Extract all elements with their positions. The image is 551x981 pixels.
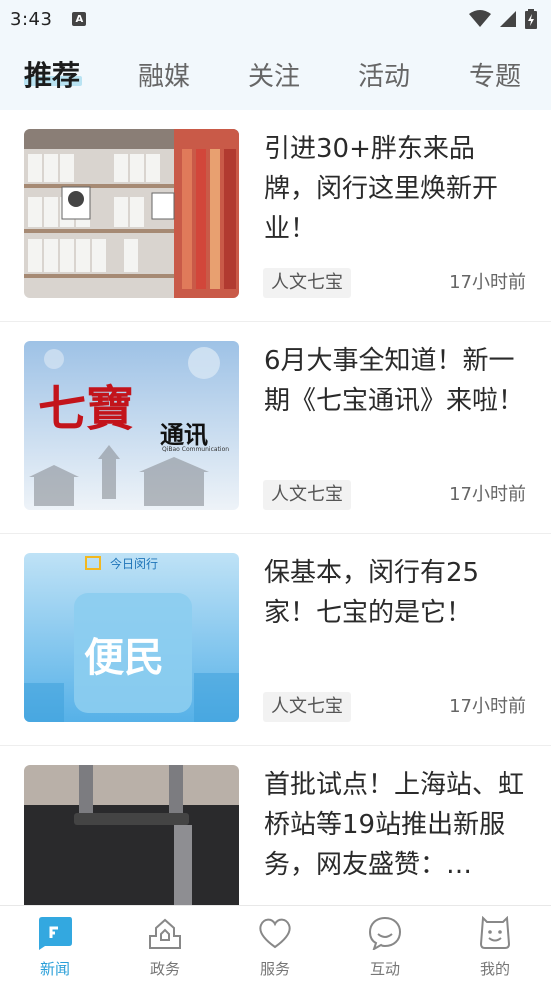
cell-signal-icon <box>500 11 516 27</box>
news-list: 引进30+胖东来品牌，闵行这里焕新开业！ 人文七宝 17小时前 七寶 通讯 Qi… <box>0 110 551 905</box>
heart-service-icon <box>256 914 294 952</box>
qibao-newsletter-cover: 七寶 通讯 QiBao Communication <box>24 341 239 510</box>
bottom-nav: 新闻 政务 服务 互动 我的 <box>0 905 551 981</box>
nav-news[interactable]: 新闻 <box>15 914 95 979</box>
news-item[interactable]: 今日闵行 便民 保基本，闵行有25家！七宝的是它！ 人文七宝 17小时前 <box>0 534 551 746</box>
wifi-icon <box>469 10 491 27</box>
government-icon <box>146 914 184 952</box>
status-bar: 3:43 A <box>0 0 551 38</box>
nav-label: 互动 <box>369 960 400 978</box>
news-item[interactable]: 引进30+胖东来品牌，闵行这里焕新开业！ 人文七宝 17小时前 <box>0 110 551 322</box>
supermarket-shelves-photo <box>24 129 239 298</box>
cover-subtitle: 通讯 <box>160 421 208 449</box>
status-time: 3:43 <box>10 8 53 30</box>
tab-activity[interactable]: 活动 <box>358 56 410 93</box>
nav-label: 新闻 <box>39 960 70 978</box>
convenience-label: 便民 <box>84 634 164 681</box>
top-tabs: 推荐 融媒 关注 活动 专题 <box>0 38 551 110</box>
news-source-tag: 人文七宝 <box>263 268 351 298</box>
nav-profile[interactable]: 我的 <box>455 914 535 979</box>
nav-service[interactable]: 服务 <box>235 914 315 979</box>
tab-media[interactable]: 融媒 <box>138 56 190 93</box>
news-icon <box>36 914 74 952</box>
news-time: 17小时前 <box>449 696 526 717</box>
news-time: 17小时前 <box>449 484 526 505</box>
luggage-photo <box>24 765 239 905</box>
nav-interact[interactable]: 互动 <box>345 914 425 979</box>
tab-topic[interactable]: 专题 <box>469 56 521 93</box>
tab-follow[interactable]: 关注 <box>248 56 300 93</box>
battery-charging-icon <box>525 9 537 29</box>
news-headline[interactable]: 引进30+胖东来品牌，闵行这里焕新开业！ <box>264 129 526 249</box>
brand-label: 今日闵行 <box>110 557 159 571</box>
news-source-tag: 人文七宝 <box>263 480 351 510</box>
a-notification-icon: A <box>72 12 87 26</box>
news-item[interactable]: 七寶 通讯 QiBao Communication 6月大事全知道！新一期《七宝… <box>0 322 551 534</box>
news-headline[interactable]: 6月大事全知道！新一期《七宝通讯》来啦！ <box>264 341 526 421</box>
tab-recommend[interactable]: 推荐 <box>24 54 80 94</box>
news-source-tag: 人文七宝 <box>263 692 351 722</box>
news-item[interactable]: 首批试点！上海站、虹桥站等19站推出新服务，网友盛赞：… <box>0 746 551 905</box>
news-headline[interactable]: 首批试点！上海站、虹桥站等19站推出新服务，网友盛赞：… <box>264 765 526 885</box>
smiley-profile-icon <box>476 914 514 952</box>
cover-english: QiBao Communication <box>162 446 230 453</box>
chat-bubble-icon <box>366 914 404 952</box>
cover-title: 七寶 <box>38 381 135 437</box>
nav-label: 政务 <box>149 960 180 978</box>
nav-label: 我的 <box>479 960 510 978</box>
news-headline[interactable]: 保基本，闵行有25家！七宝的是它！ <box>264 553 526 633</box>
news-time: 17小时前 <box>449 272 526 293</box>
nav-label: 服务 <box>259 960 290 978</box>
status-icons <box>469 9 537 29</box>
nav-government[interactable]: 政务 <box>125 914 205 979</box>
convenience-sign-graphic: 今日闵行 便民 <box>24 553 239 722</box>
